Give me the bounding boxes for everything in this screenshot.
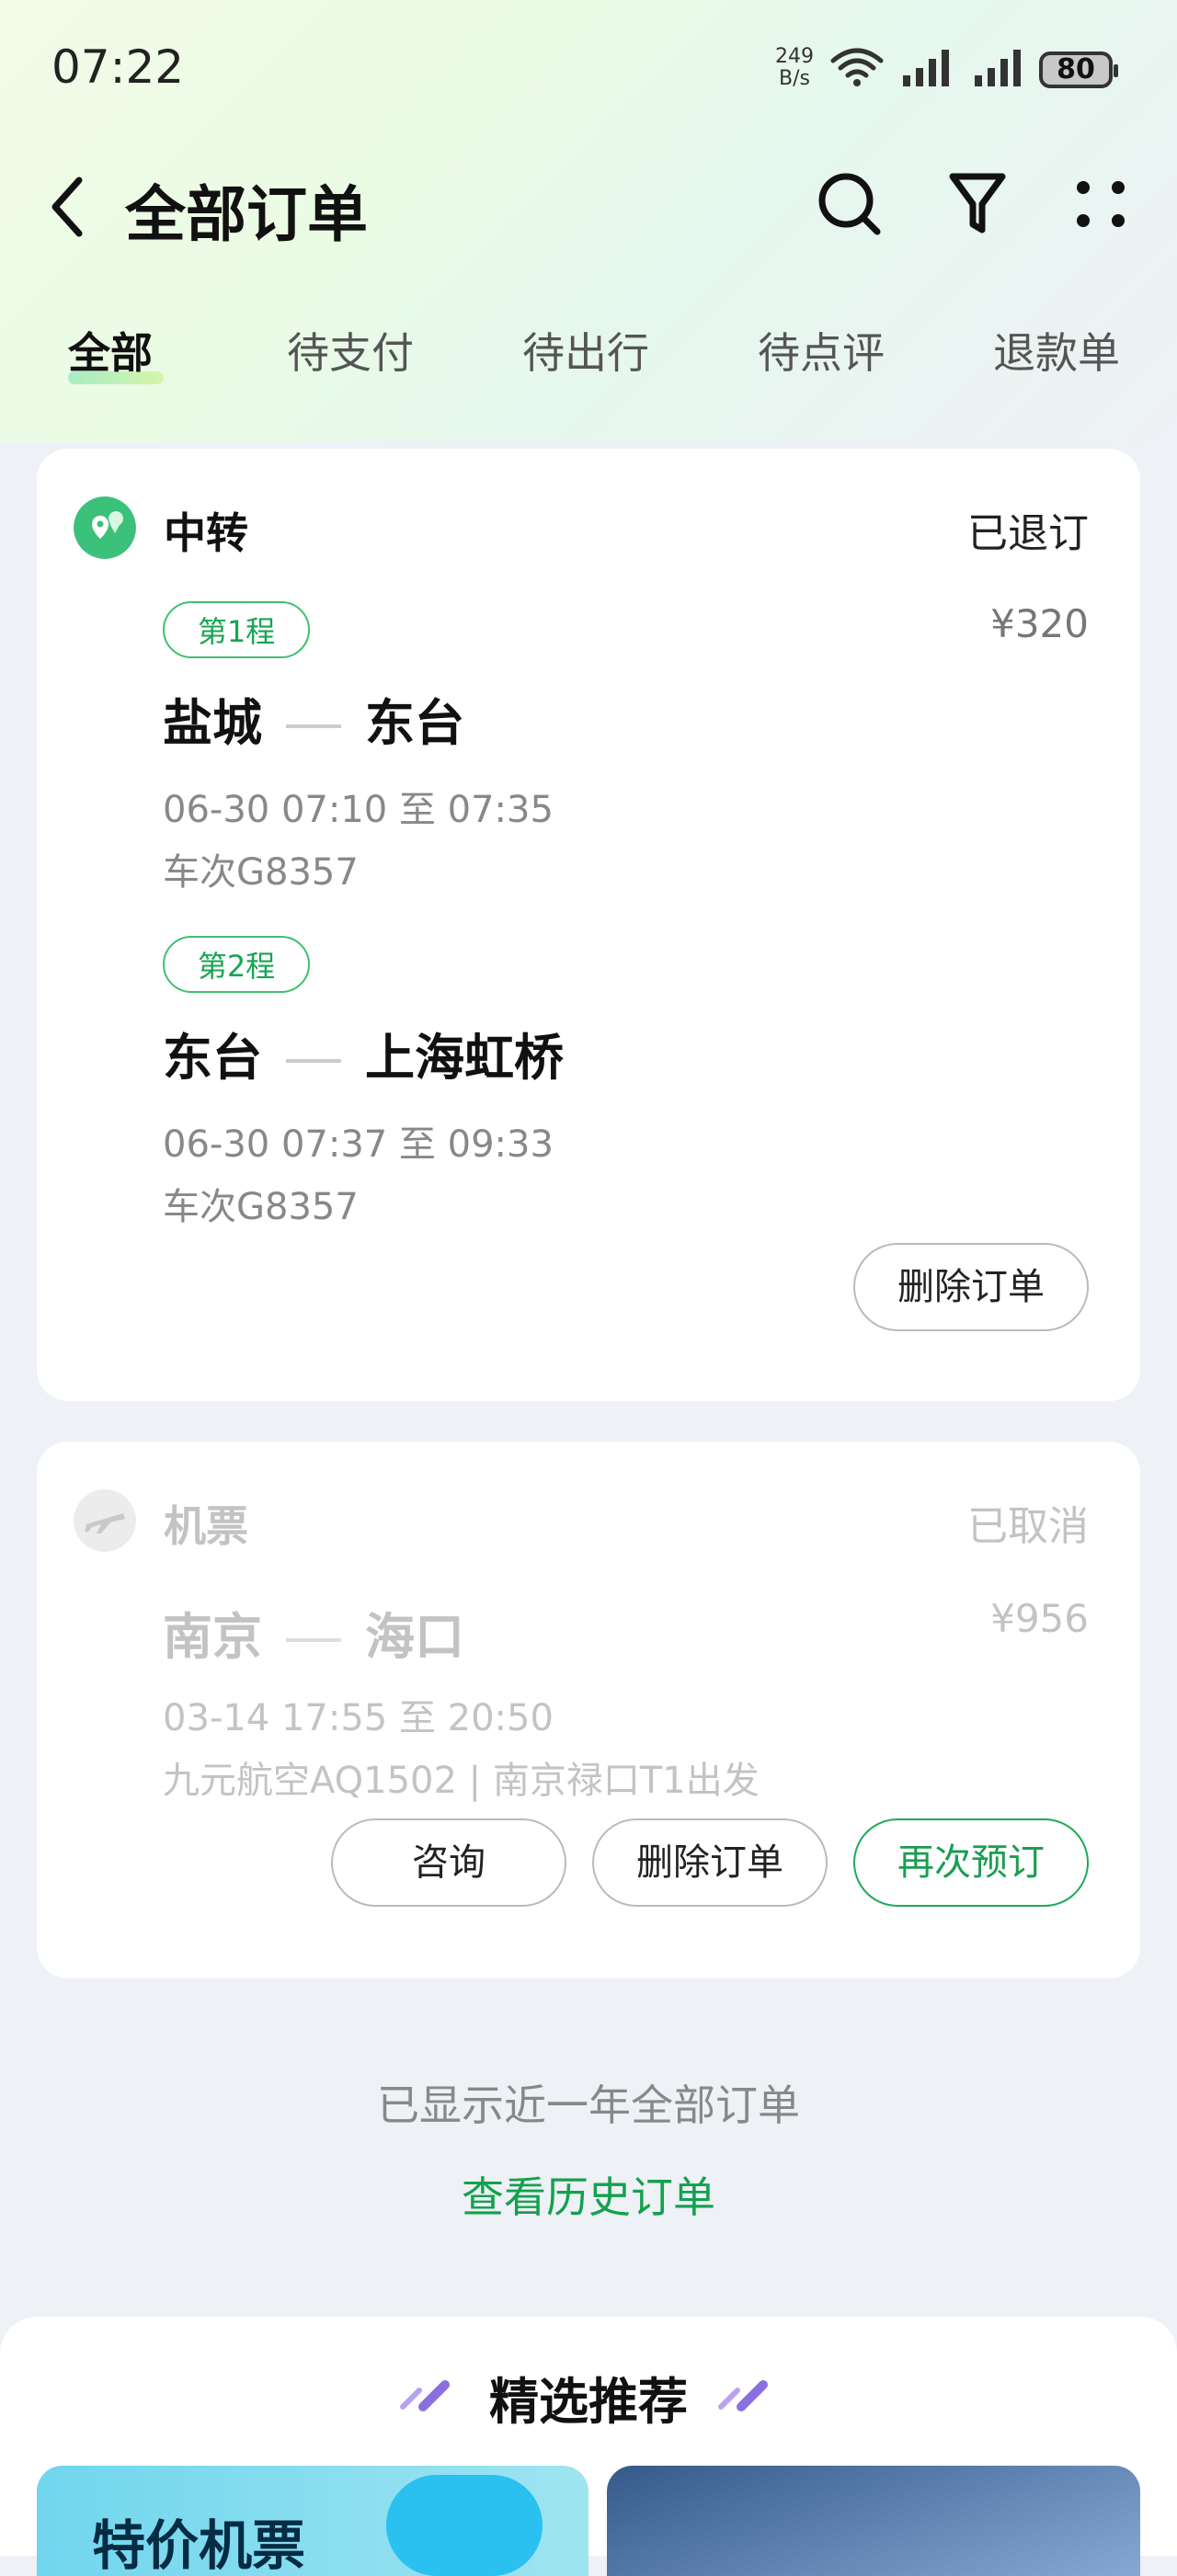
airplane-icon xyxy=(74,1489,136,1552)
route: 南京 海口 xyxy=(163,1596,464,1669)
recommend-section: 精选推荐 特价机票 xyxy=(0,2317,1177,2576)
flight-detail: 九元航空AQ1502 | 南京禄口T1出发 xyxy=(163,1760,760,1802)
route: 东台 上海虹桥 xyxy=(163,1017,564,1089)
route-destination: 东台 xyxy=(365,694,464,752)
travel-time: 06-30 07:10 至 07:35 xyxy=(163,789,554,831)
order-price: ¥320 xyxy=(990,601,1089,646)
wifi-icon xyxy=(830,48,884,86)
orders-range-notice: 已显示近一年全部订单 xyxy=(377,2080,800,2130)
train-number: 车次G8357 xyxy=(163,851,359,894)
page-header: 全部订单 xyxy=(0,138,1177,267)
banner-illustration xyxy=(386,2475,543,2576)
page-title: 全部订单 xyxy=(125,179,368,250)
travel-time: 06-30 07:37 至 09:33 xyxy=(163,1123,554,1166)
order-tabs: 全部 待支付 待出行 待点评 退款单 xyxy=(0,311,1177,393)
order-card-transfer[interactable]: 中转 已退订 第1程 ¥320 盐城 东台 06-30 07:10 至 07:35… xyxy=(37,449,1140,1401)
more-icon[interactable] xyxy=(1072,171,1131,237)
leg-tag: 第2程 xyxy=(163,936,310,993)
network-speed: 249 B/s xyxy=(775,45,814,90)
route-destination: 上海虹桥 xyxy=(365,1029,564,1087)
tab-pending-review[interactable]: 待点评 xyxy=(758,320,885,381)
tab-refunds[interactable]: 退款单 xyxy=(993,320,1120,381)
filter-icon[interactable] xyxy=(949,171,1006,237)
route-origin: 盐城 xyxy=(163,694,262,752)
signal-icon xyxy=(903,50,949,86)
back-arrow-icon[interactable] xyxy=(46,175,92,239)
order-category: 中转 xyxy=(164,508,248,558)
delete-order-button[interactable]: 删除订单 xyxy=(853,1243,1089,1331)
order-card-flight[interactable]: 机票 已取消 南京 海口 ¥956 03-14 17:55 至 20:50 九元航… xyxy=(37,1442,1140,1978)
order-status: 已退订 xyxy=(967,510,1089,557)
train-number: 车次G8357 xyxy=(163,1186,359,1228)
consult-button[interactable]: 咨询 xyxy=(331,1818,566,1907)
history-orders-link[interactable]: 查看历史订单 xyxy=(0,2164,1177,2225)
rebook-button[interactable]: 再次预订 xyxy=(853,1818,1089,1907)
delete-order-button[interactable]: 删除订单 xyxy=(592,1818,828,1907)
signal-icon xyxy=(975,50,1021,86)
leg-tag: 第1程 xyxy=(163,601,310,658)
status-time: 07:22 xyxy=(51,40,185,94)
route-destination: 海口 xyxy=(365,1608,464,1666)
route-origin: 南京 xyxy=(163,1608,262,1666)
order-status: 已取消 xyxy=(967,1503,1089,1550)
promo-banner-image[interactable] xyxy=(607,2466,1140,2576)
tab-pending-travel[interactable]: 待出行 xyxy=(522,320,649,381)
route-arrow xyxy=(286,1059,341,1064)
route-arrow xyxy=(286,1638,341,1643)
search-icon[interactable] xyxy=(817,171,883,237)
order-category: 机票 xyxy=(164,1501,248,1551)
tab-all[interactable]: 全部 xyxy=(68,320,153,381)
route-arrow xyxy=(286,724,341,729)
banner-text: 特价机票 xyxy=(92,2514,306,2576)
status-bar: 07:22 249 B/s 80 xyxy=(0,0,1177,138)
order-price: ¥956 xyxy=(990,1596,1089,1641)
battery-icon: 80 xyxy=(1039,51,1118,88)
promo-banner-flights[interactable]: 特价机票 xyxy=(37,2466,588,2576)
route: 盐城 东台 xyxy=(163,682,464,755)
sparkle-decoration-icon xyxy=(718,2380,768,2411)
travel-time: 03-14 17:55 至 20:50 xyxy=(163,1697,554,1739)
route-origin: 东台 xyxy=(163,1029,262,1087)
recommend-title: 精选推荐 xyxy=(489,2373,688,2431)
transfer-map-pin-icon xyxy=(74,496,136,559)
tab-pending-payment[interactable]: 待支付 xyxy=(287,320,414,381)
